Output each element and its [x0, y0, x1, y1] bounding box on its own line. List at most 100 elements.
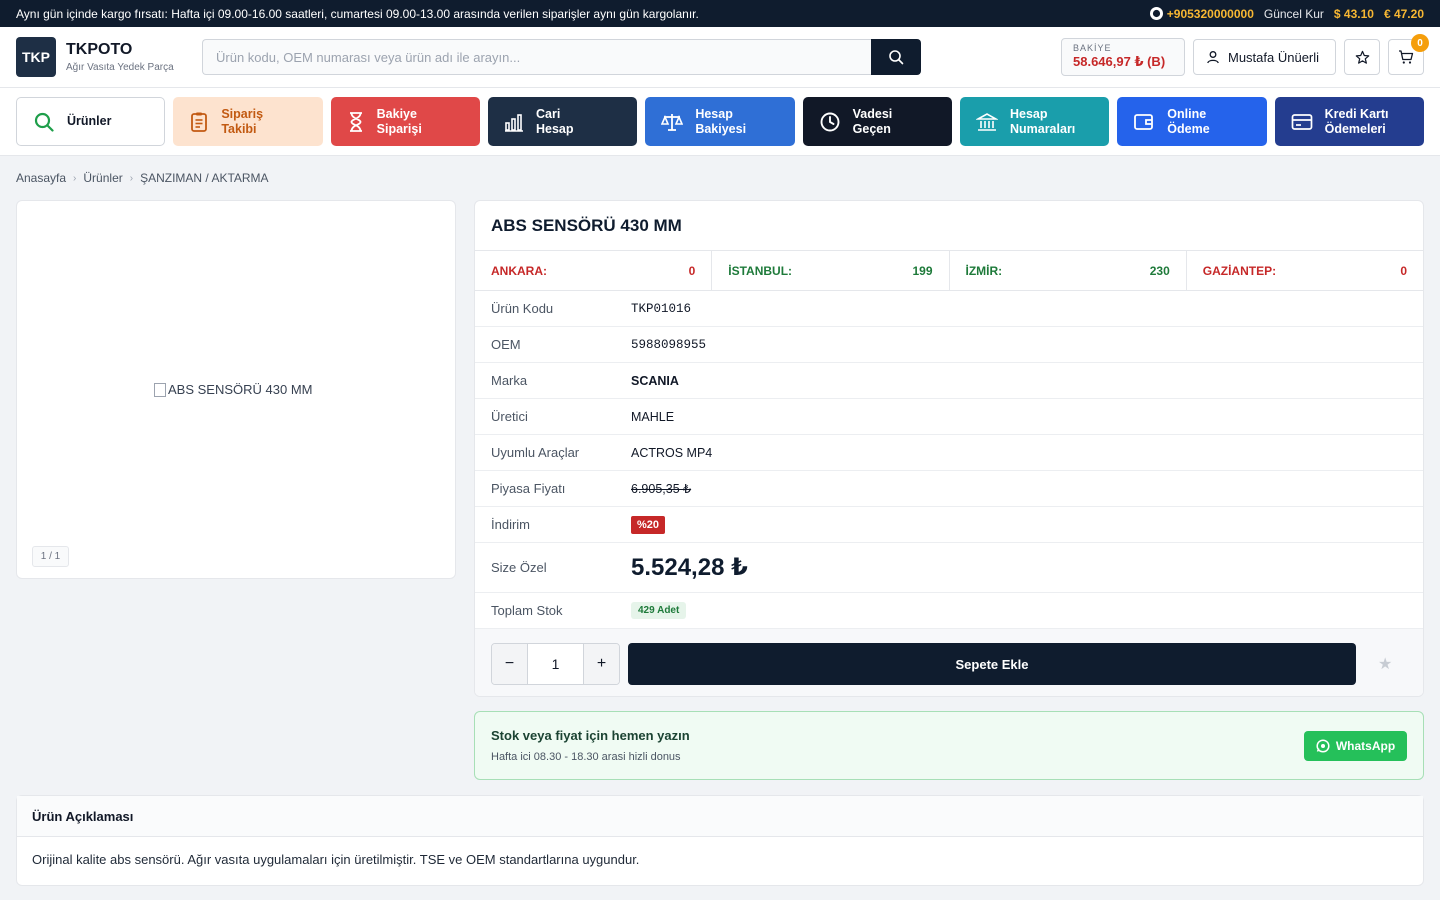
add-to-cart-area: − + Sepete Ekle ★	[475, 629, 1423, 696]
announcement-text: Aynı gün içinde kargo fırsatı: Hafta içi…	[16, 6, 699, 21]
hourglass-icon	[349, 111, 362, 132]
discount-badge: %20	[631, 515, 666, 534]
stock-qty: 0	[688, 263, 696, 278]
bar-chart-icon	[504, 113, 523, 132]
product-description-card: Ürün Açıklaması Orijinal kalite abs sens…	[16, 795, 1424, 886]
nav-tile-overdue[interactable]: Vadesi Geçen	[802, 97, 952, 146]
broken-image-icon	[154, 382, 166, 397]
stock-qty: 230	[1149, 263, 1170, 278]
nav-tile-label: Hesap Numaraları	[1009, 106, 1076, 136]
spec-label: İndirim	[491, 517, 531, 532]
stock-qty: 199	[912, 263, 933, 278]
stock-city: GAZİANTEP:	[1202, 263, 1277, 278]
whatsapp-icon	[1149, 7, 1163, 20]
add-to-cart-button[interactable]: Sepete Ekle	[628, 643, 1356, 685]
user-icon	[1207, 51, 1219, 64]
spec-row-oem: OEM 5988098955	[475, 327, 1423, 363]
stock-city: ANKARA:	[491, 263, 547, 278]
cart-icon	[1399, 50, 1414, 64]
quantity-input[interactable]	[527, 644, 584, 684]
brand-name: TKPOTO	[66, 41, 133, 58]
nav-tile-balance-order[interactable]: Bakiye Siparişi	[330, 97, 480, 146]
chevron-right-icon: ›	[73, 172, 77, 184]
add-favorite-star-icon[interactable]: ★	[1378, 654, 1392, 674]
search-input[interactable]	[202, 39, 871, 75]
whatsapp-phone-link[interactable]: +905320000000	[1149, 7, 1254, 21]
cart-count-badge: 0	[1411, 34, 1429, 52]
breadcrumb-home[interactable]: Anasayfa	[16, 171, 66, 185]
cart-button[interactable]: 0	[1388, 34, 1429, 75]
quantity-stepper: − +	[491, 643, 620, 685]
contact-and-rates: +905320000000 Güncel Kur $ 43.10 € 47.20	[1149, 6, 1424, 21]
whatsapp-title: Stok veya fiyat için hemen yazın	[491, 728, 690, 743]
whatsapp-icon	[1316, 738, 1330, 753]
eur-rate: € 47.20	[1383, 6, 1424, 21]
nav-tile-label: Sipariş Takibi	[221, 106, 264, 136]
whatsapp-button[interactable]: WhatsApp	[1304, 730, 1407, 761]
spec-row-market-price: Piyasa Fiyatı 6.905,35 ₺	[475, 471, 1423, 507]
spec-row-total-stock: Toplam Stok 429 Adet	[475, 593, 1423, 629]
nav-tile-order-tracking[interactable]: Sipariş Takibi	[173, 97, 323, 146]
breadcrumb-products[interactable]: Ürünler	[83, 171, 122, 185]
whatsapp-button-label: WhatsApp	[1335, 738, 1396, 753]
nav-tile-products[interactable]: Ürünler	[16, 97, 166, 146]
logo[interactable]: TKP	[16, 37, 56, 77]
decrease-quantity-button[interactable]: −	[492, 644, 527, 684]
breadcrumb: Anasayfa › Ürünler › ŞANZIMAN / AKTARMA	[0, 156, 1440, 200]
nav-tile-account-numbers[interactable]: Hesap Numaraları	[959, 97, 1110, 146]
spec-label: Üretici	[491, 409, 528, 424]
stock-cell-istanbul: İSTANBUL: 199	[712, 251, 950, 290]
spec-label: Piyasa Fiyatı	[491, 481, 566, 496]
spec-row-maker: Üretici MAHLE	[475, 399, 1423, 435]
increase-quantity-button[interactable]: +	[584, 644, 619, 684]
spec-row-vehicles: Uyumlu Araçlar ACTROS MP4	[475, 435, 1423, 471]
user-name: Mustafa Ünüerli	[1228, 49, 1320, 65]
spec-row-special-price: Size Özel 5.524,28 ₺	[475, 543, 1423, 593]
search-icon	[889, 50, 904, 65]
product-info-card: ABS SENSÖRÜ 430 MM ANKARA: 0 İSTANBUL: 1…	[474, 200, 1424, 697]
balance-box[interactable]: BAKİYE 58.646,97 ₺ (B)	[1061, 38, 1185, 76]
spec-row-brand: Marka SCANIA	[475, 363, 1423, 399]
spec-label: Ürün Kodu	[491, 301, 554, 316]
stock-cell-gaziantep: GAZİANTEP: 0	[1187, 251, 1423, 290]
description-heading: Ürün Açıklaması	[17, 796, 1423, 837]
product-detail: ABS SENSÖRÜ 430 MM 1 / 1 ABS SENSÖRÜ 430…	[0, 200, 1440, 900]
product-title: ABS SENSÖRÜ 430 MM	[475, 201, 1423, 251]
nav-tile-account-balance[interactable]: Hesap Bakiyesi	[645, 97, 795, 146]
nav-tile-online-payment[interactable]: Online Ödeme	[1117, 97, 1267, 146]
usd-rate: $ 43.10	[1333, 6, 1374, 21]
spec-label: OEM	[491, 337, 521, 352]
image-counter: 1 / 1	[32, 546, 69, 567]
brand-tagline: Ağır Vasıta Yedek Parça	[66, 62, 174, 73]
total-stock-badge: 429 Adet	[631, 602, 687, 619]
site-header: TKP TKPOTO Ağır Vasıta Yedek Parça BAKİY…	[0, 27, 1440, 88]
stock-city: İSTANBUL:	[728, 263, 793, 278]
product-code: TKP01016	[631, 301, 692, 316]
whatsapp-text-block: Stok veya fiyat için hemen yazın Hafta i…	[491, 728, 690, 763]
balance-value: 58.646,97 ₺ (B)	[1073, 54, 1166, 69]
search-bar	[202, 39, 921, 75]
spec-label: Marka	[491, 373, 528, 388]
nav-tile-label: Kredi Kartı Ödemeleri	[1324, 106, 1389, 136]
spec-row-discount: İndirim %20	[475, 507, 1423, 543]
maker-value: MAHLE	[631, 409, 675, 424]
spec-label: Toplam Stok	[491, 603, 563, 618]
brand-value: SCANIA	[631, 373, 679, 388]
stock-cell-ankara: ANKARA: 0	[475, 251, 713, 290]
chevron-right-icon: ›	[129, 172, 134, 184]
nav-tile-current-account[interactable]: Cari Hesap	[487, 97, 638, 146]
favorites-button[interactable]	[1344, 39, 1380, 75]
nav-tile-credit-card-payments[interactable]: Kredi Kartı Ödemeleri	[1274, 97, 1424, 146]
nav-tile-label: Ürünler	[67, 114, 112, 128]
product-image[interactable]: ABS SENSÖRÜ 430 MM	[154, 382, 313, 397]
breadcrumb-category[interactable]: ŞANZIMAN / AKTARMA	[140, 171, 268, 185]
nav-tile-label: Vadesi Geçen	[852, 106, 893, 136]
special-price: 5.524,28 ₺	[631, 554, 748, 581]
search-button[interactable]	[871, 39, 921, 75]
stock-cell-izmir: İZMİR: 230	[950, 251, 1187, 290]
whatsapp-contact-card: Stok veya fiyat için hemen yazın Hafta i…	[474, 711, 1424, 780]
product-gallery: ABS SENSÖRÜ 430 MM 1 / 1	[16, 200, 456, 579]
top-announcement-bar: Aynı gün içinde kargo fırsatı: Hafta içi…	[0, 0, 1440, 27]
scale-icon	[661, 113, 684, 131]
user-menu-button[interactable]: Mustafa Ünüerli	[1193, 39, 1336, 75]
